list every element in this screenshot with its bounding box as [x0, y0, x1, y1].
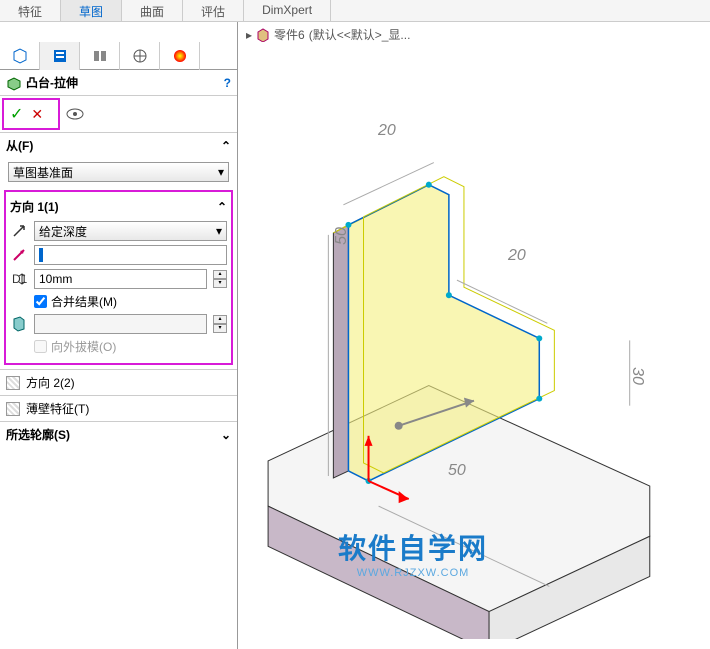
vertex: [426, 182, 432, 188]
collapse-icon: ⌃: [217, 200, 227, 214]
part-name[interactable]: 零件6: [274, 26, 305, 43]
merge-checkbox[interactable]: [34, 295, 47, 308]
part-icon: [256, 28, 270, 42]
confirm-actions: ✓ ✕: [2, 98, 60, 130]
help-icon[interactable]: ?: [224, 76, 231, 90]
watermark-url: WWW.RJZXW.COM: [338, 567, 488, 579]
property-manager: 凸台-拉伸 ? ✓ ✕ 从(F) ⌃ 草图基准面 ▾: [0, 22, 238, 649]
graphics-viewport[interactable]: ▸ 零件6 (默认<<默认>_显...: [238, 22, 710, 649]
dimension[interactable]: 50: [333, 227, 351, 245]
dropdown-arrow-icon: ▾: [218, 165, 224, 179]
extrude-icon: [6, 75, 22, 91]
draft-spinner[interactable]: ▴▾: [213, 315, 227, 333]
dir2-label: 方向 2(2): [26, 374, 75, 391]
breadcrumb-arrow-icon[interactable]: ▸: [246, 28, 252, 42]
from-section: 从(F) ⌃ 草图基准面 ▾: [0, 132, 237, 186]
tab-evaluate[interactable]: 评估: [183, 0, 244, 21]
cancel-button[interactable]: ✕: [31, 106, 43, 123]
panel-tab-config[interactable]: [80, 42, 120, 70]
vertex: [536, 396, 542, 402]
from-header[interactable]: 从(F) ⌃: [0, 133, 237, 158]
panel-tab-dimxpert[interactable]: [120, 42, 160, 70]
section-icon: [6, 402, 20, 416]
feature-title: 凸台-拉伸: [26, 74, 224, 91]
dropdown-arrow-icon: ▾: [216, 224, 222, 238]
feature-header: 凸台-拉伸 ?: [0, 70, 237, 96]
draft-outward-checkbox: [34, 340, 47, 353]
dimension[interactable]: 50: [448, 462, 466, 480]
depth-spinner[interactable]: ▴▾: [213, 270, 227, 288]
extrude-left: [333, 225, 348, 478]
direction-reference-input[interactable]: [34, 245, 227, 265]
tab-feature[interactable]: 特征: [0, 0, 61, 21]
contour-section[interactable]: 所选轮廓(S) ⌄: [0, 421, 237, 447]
dir1-header[interactable]: 方向 1(1) ⌃: [10, 196, 227, 217]
depth-icon: D1: [10, 270, 28, 288]
reverse-direction-icon[interactable]: [10, 222, 28, 240]
preview-icon[interactable]: [66, 108, 84, 120]
tab-surface[interactable]: 曲面: [122, 0, 183, 21]
watermark-title: 软件自学网: [338, 527, 488, 567]
from-label: 从(F): [6, 137, 33, 154]
direction-vector-icon[interactable]: [10, 246, 28, 264]
end-condition-dropdown[interactable]: 给定深度 ▾: [34, 221, 227, 241]
breadcrumb: ▸ 零件6 (默认<<默认>_显...: [246, 26, 410, 43]
collapse-icon: ⌃: [221, 139, 231, 153]
direction1-section: 方向 1(1) ⌃ 给定深度 ▾ D1 10mm ▴▾ 合并: [4, 190, 233, 365]
from-plane-dropdown[interactable]: 草图基准面 ▾: [8, 162, 229, 182]
merge-label: 合并结果(M): [51, 293, 117, 310]
model-area[interactable]: 20 20 50 50 30 软件自学网 WWW.RJZXW.COM: [248, 92, 700, 639]
depth-value: 10mm: [39, 272, 72, 286]
panel-tabs: [0, 42, 237, 70]
tab-sketch[interactable]: 草图: [61, 0, 122, 21]
dimension[interactable]: 20: [378, 122, 396, 140]
panel-tab-feature[interactable]: [0, 42, 40, 70]
draft-icon[interactable]: [10, 315, 28, 333]
depth-input[interactable]: 10mm: [34, 269, 207, 289]
draft-outward-label: 向外拔模(O): [51, 338, 116, 355]
contour-label: 所选轮廓(S): [6, 426, 70, 443]
expand-icon: ⌄: [221, 428, 231, 442]
vertex: [446, 292, 452, 298]
ok-button[interactable]: ✓: [10, 104, 23, 124]
dir1-label: 方向 1(1): [10, 198, 59, 215]
end-condition-value: 给定深度: [39, 223, 87, 240]
from-plane-value: 草图基准面: [13, 164, 73, 181]
panel-tab-property[interactable]: [40, 42, 80, 70]
svg-text:D1: D1: [12, 272, 27, 286]
direction2-section[interactable]: 方向 2(2): [0, 369, 237, 395]
draft-input[interactable]: [34, 314, 207, 334]
tab-dimxpert[interactable]: DimXpert: [244, 0, 331, 21]
dimension[interactable]: 30: [628, 367, 646, 385]
section-icon: [6, 376, 20, 390]
thin-feature-section[interactable]: 薄壁特征(T): [0, 395, 237, 421]
panel-tab-appearance[interactable]: [160, 42, 200, 70]
thin-label: 薄壁特征(T): [26, 400, 89, 417]
part-state: (默认<<默认>_显...: [309, 26, 411, 43]
command-tabs: 特征 草图 曲面 评估 DimXpert: [0, 0, 710, 22]
watermark: 软件自学网 WWW.RJZXW.COM: [338, 527, 488, 579]
dimension[interactable]: 20: [508, 247, 526, 265]
vertex: [536, 335, 542, 341]
